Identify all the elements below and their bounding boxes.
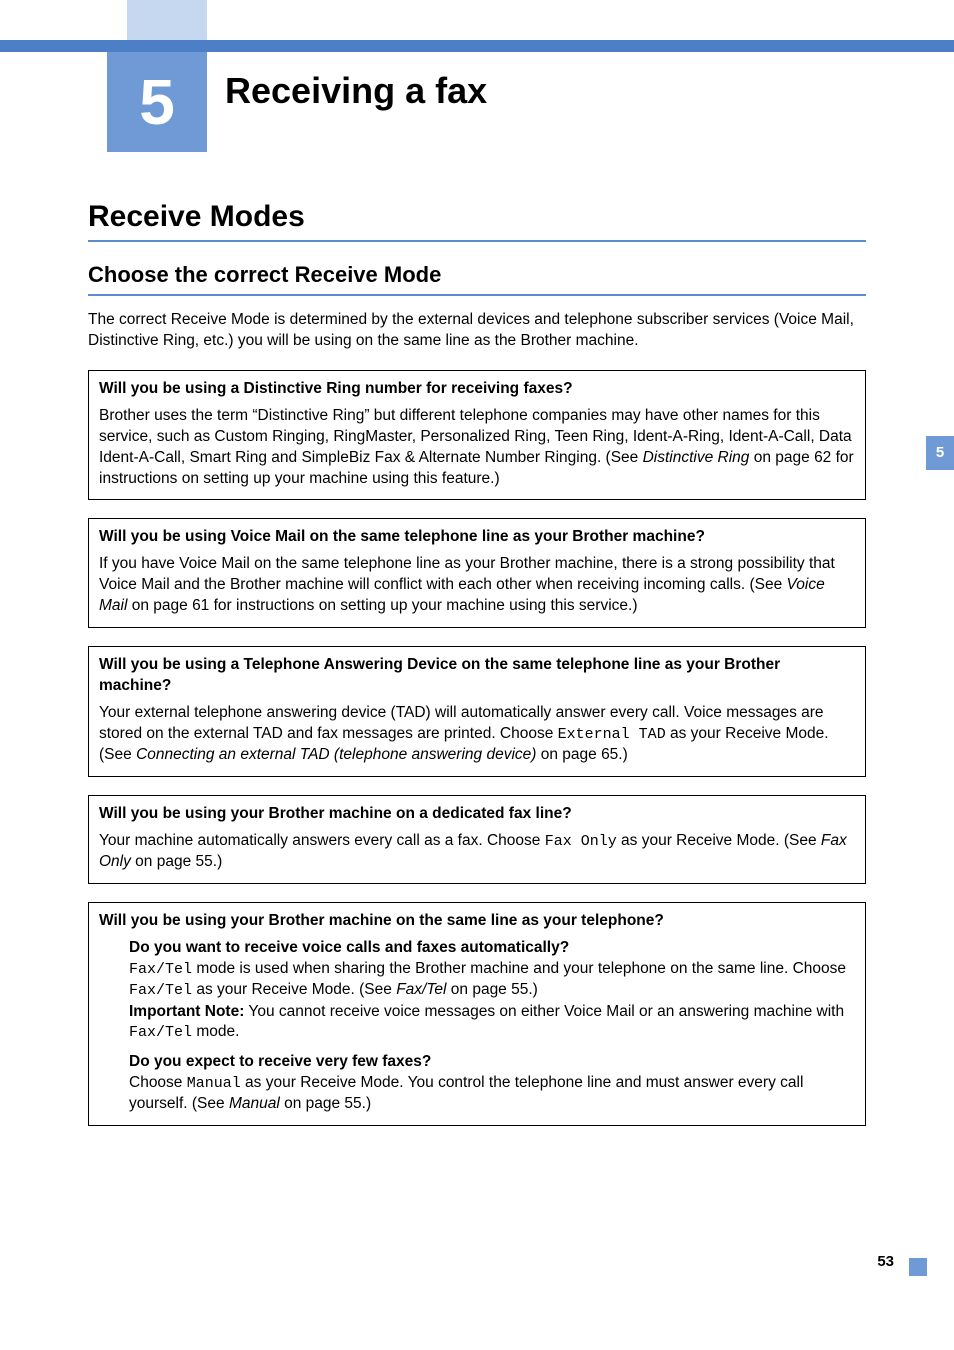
box-question: Will you be using your Brother machine o…: [99, 804, 855, 825]
code-fax-only: Fax Only: [545, 833, 617, 850]
code-fax-tel: Fax/Tel: [129, 961, 192, 978]
box-question: Will you be using Voice Mail on the same…: [99, 527, 855, 548]
important-note: Important Note: You cannot receive voice…: [129, 1002, 855, 1044]
text: Your machine automatically answers every…: [99, 832, 545, 849]
section-heading: Receive Modes: [88, 200, 866, 242]
sub-body: Fax/Tel mode is used when sharing the Br…: [129, 959, 855, 1002]
text: If you have Voice Mail on the same telep…: [99, 555, 835, 593]
text: on page 65.): [536, 746, 627, 763]
info-box-distinctive-ring: Will you be using a Distinctive Ring num…: [88, 370, 866, 501]
text: mode is used when sharing the Brother ma…: [192, 960, 846, 977]
code-fax-tel: Fax/Tel: [129, 1024, 192, 1041]
sub-block-auto: Do you want to receive voice calls and f…: [129, 938, 855, 1044]
info-box-tad: Will you be using a Telephone Answering …: [88, 646, 866, 777]
text: Choose: [129, 1074, 187, 1091]
box-body: Brother uses the term “Distinctive Ring”…: [99, 406, 855, 490]
decor-top-bar: [0, 40, 954, 52]
code-fax-tel: Fax/Tel: [129, 982, 192, 999]
code-manual: Manual: [187, 1075, 241, 1092]
side-tab: 5: [926, 436, 954, 470]
chapter-number: 5: [139, 66, 175, 138]
subsection-heading: Choose the correct Receive Mode: [88, 262, 866, 296]
intro-paragraph: The correct Receive Mode is determined b…: [88, 310, 866, 352]
link-fax-tel[interactable]: Fax/Tel: [396, 981, 446, 998]
text: as your Receive Mode. (See: [192, 981, 396, 998]
box-question: Will you be using a Distinctive Ring num…: [99, 379, 855, 400]
chapter-title: Receiving a fax: [225, 70, 487, 112]
content-area: Receive Modes Choose the correct Receive…: [88, 190, 866, 1144]
text: as your Receive Mode. (See: [617, 832, 821, 849]
link-external-tad[interactable]: Connecting an external TAD (telephone an…: [136, 746, 536, 763]
sub-block-manual: Do you expect to receive very few faxes?…: [129, 1052, 855, 1115]
sub-question: Do you expect to receive very few faxes?: [129, 1052, 855, 1073]
text: on page 55.): [446, 981, 537, 998]
info-box-fax-only: Will you be using your Brother machine o…: [88, 795, 866, 884]
link-distinctive-ring[interactable]: Distinctive Ring: [643, 449, 750, 466]
code-external-tad: External TAD: [558, 726, 666, 743]
page: 5 Receiving a fax 5 Receive Modes Choose…: [0, 0, 954, 1350]
text: on page 55.): [131, 853, 222, 870]
info-box-same-line: Will you be using your Brother machine o…: [88, 902, 866, 1126]
decor-top-block: [127, 0, 207, 40]
page-number: 53: [877, 1253, 894, 1270]
box-body: If you have Voice Mail on the same telep…: [99, 554, 855, 617]
decor-bottom-corner: [909, 1258, 927, 1276]
box-body: Your external telephone answering device…: [99, 703, 855, 766]
text: on page 61 for instructions on setting u…: [127, 597, 637, 614]
box-question: Will you be using your Brother machine o…: [99, 911, 855, 932]
info-box-voice-mail: Will you be using Voice Mail on the same…: [88, 518, 866, 628]
note-label: Important Note:: [129, 1003, 244, 1020]
sub-question: Do you want to receive voice calls and f…: [129, 938, 855, 959]
chapter-number-box: 5: [107, 52, 207, 152]
text: mode.: [192, 1023, 239, 1040]
side-tab-label: 5: [936, 444, 944, 461]
text: You cannot receive voice messages on eit…: [244, 1003, 844, 1020]
box-question: Will you be using a Telephone Answering …: [99, 655, 855, 697]
link-manual[interactable]: Manual: [229, 1095, 280, 1112]
sub-body: Choose Manual as your Receive Mode. You …: [129, 1073, 855, 1115]
text: on page 55.): [280, 1095, 371, 1112]
box-body: Your machine automatically answers every…: [99, 831, 855, 873]
